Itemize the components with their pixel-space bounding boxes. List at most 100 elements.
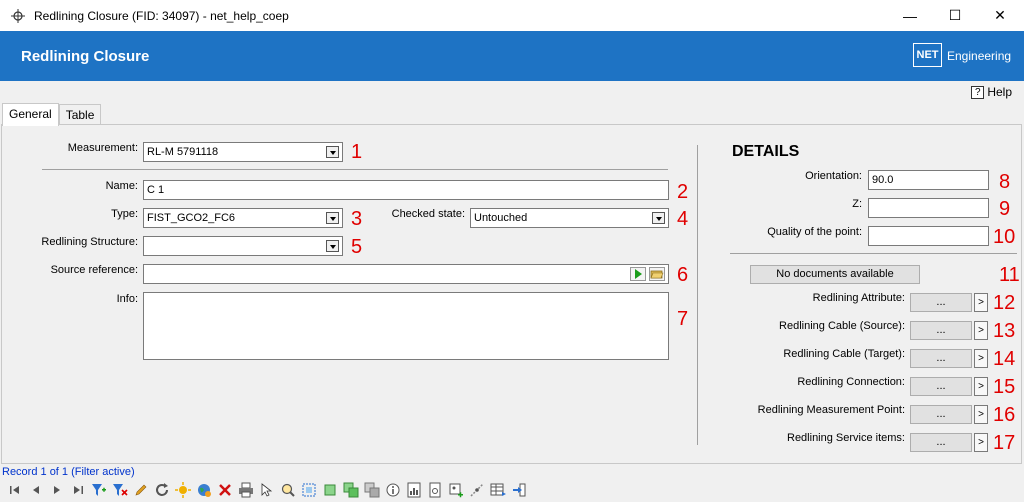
play-icon[interactable] [630,267,646,281]
layers-copy-icon[interactable] [342,481,360,499]
cable-target-label: Redlining Cable (Target): [783,348,905,360]
filter-add-icon[interactable] [90,481,108,499]
tab-strip: General Table [2,103,102,126]
edit-pencil-icon[interactable] [132,481,150,499]
chevron-down-icon[interactable] [326,146,339,158]
annotation-13: 13 [993,320,1016,342]
help-bar: ? Help [0,81,1024,103]
type-select[interactable]: FIST_GCO2_FC6 [143,208,343,228]
z-input[interactable] [868,198,989,218]
documents-button[interactable]: No documents available [750,265,920,284]
divider [42,169,668,170]
cable-target-open[interactable]: > [974,349,988,368]
window-title: Redlining Closure (FID: 34097) - net_hel… [34,8,289,23]
minimize-button[interactable]: — [887,0,933,31]
annotation-14: 14 [993,348,1016,370]
checked-state-value: Untouched [474,212,528,224]
measurement-label: Measurement: [67,142,138,154]
add-image-icon[interactable] [447,481,465,499]
tab-table[interactable]: Table [58,104,102,126]
new-record-icon[interactable] [174,481,192,499]
redlining-attribute-open[interactable]: > [974,293,988,312]
exit-icon[interactable] [510,481,528,499]
checked-state-select[interactable]: Untouched [470,208,669,228]
next-record-icon[interactable] [48,481,66,499]
measurement-point-button[interactable]: ... [910,405,972,424]
general-panel: Measurement: RL-M 5791118 1 Name: C 1 2 … [1,124,1022,464]
tab-general[interactable]: General [2,103,59,126]
record-toolbar [6,481,528,499]
info-icon[interactable] [384,481,402,499]
annotation-2: 2 [677,181,689,203]
info-textarea[interactable] [143,292,669,360]
annotation-9: 9 [999,198,1011,220]
print-icon[interactable] [237,481,255,499]
record-navigator: Record 1 of 1 (Filter active) [0,465,1024,502]
connection-open[interactable]: > [974,377,988,396]
chevron-down-icon[interactable] [326,212,339,224]
annotation-12: 12 [993,292,1016,314]
document-icon[interactable] [426,481,444,499]
delete-icon[interactable] [216,481,234,499]
annotation-6: 6 [677,264,689,286]
close-button[interactable]: ✕ [977,0,1023,31]
help-label: Help [987,85,1012,99]
source-reference-input[interactable] [143,264,669,284]
cable-source-button[interactable]: ... [910,321,972,340]
service-items-open[interactable]: > [974,433,988,452]
measurement-point-open[interactable]: > [974,405,988,424]
quality-label: Quality of the point: [767,226,862,238]
details-divider [730,253,1017,254]
orientation-input[interactable]: 90.0 [868,170,989,190]
zoom-extent-icon[interactable] [300,481,318,499]
split-icon[interactable] [468,481,486,499]
measurement-select[interactable]: RL-M 5791118 [143,142,343,162]
name-label: Name: [105,180,138,192]
cable-target-button[interactable]: ... [910,349,972,368]
select-pointer-icon[interactable] [258,481,276,499]
name-input[interactable]: C 1 [143,180,669,200]
annotation-4: 4 [677,208,689,230]
globe-icon[interactable] [195,481,213,499]
chevron-down-icon[interactable] [326,240,339,252]
logo: NET [913,43,942,67]
details-heading: DETAILS [732,143,800,160]
z-label: Z: [852,198,862,210]
connection-label: Redlining Connection: [797,376,905,388]
annotation-17: 17 [993,432,1016,454]
last-record-icon[interactable] [69,481,87,499]
report-icon[interactable] [405,481,423,499]
folder-open-icon[interactable] [649,267,665,281]
info-label: Info: [116,293,138,305]
checked-state-label: Checked state: [391,208,465,220]
connection-button[interactable]: ... [910,377,972,396]
table-icon[interactable] [489,481,507,499]
refresh-icon[interactable] [153,481,171,499]
layer-green-icon[interactable] [321,481,339,499]
source-reference-label: Source reference: [50,264,138,276]
record-status: Record 1 of 1 (Filter active) [2,466,135,478]
redlining-attribute-button[interactable]: ... [910,293,972,312]
orientation-label: Orientation: [805,170,862,182]
first-record-icon[interactable] [6,481,24,499]
redlining-structure-select[interactable] [143,236,343,256]
cable-source-open[interactable]: > [974,321,988,340]
layers-gray-icon[interactable] [363,481,381,499]
help-button[interactable]: ? Help [971,85,1012,99]
previous-record-icon[interactable] [27,481,45,499]
filter-remove-icon[interactable] [111,481,129,499]
chevron-down-icon[interactable] [652,212,665,224]
header-banner: Redlining Closure NET Engineering [0,31,1024,81]
maximize-button[interactable]: ☐ [932,0,978,31]
page-title: Redlining Closure [21,48,150,65]
help-icon: ? [971,85,985,99]
service-items-button[interactable]: ... [910,433,972,452]
type-label: Type: [111,208,138,220]
logo-text: Engineering [947,49,1012,63]
crosshair-icon [10,8,26,24]
redlining-attribute-label: Redlining Attribute: [812,292,905,304]
measurement-point-label: Redlining Measurement Point: [757,404,905,416]
quality-input[interactable] [868,226,989,246]
zoom-icon[interactable] [279,481,297,499]
annotation-5: 5 [351,236,363,258]
